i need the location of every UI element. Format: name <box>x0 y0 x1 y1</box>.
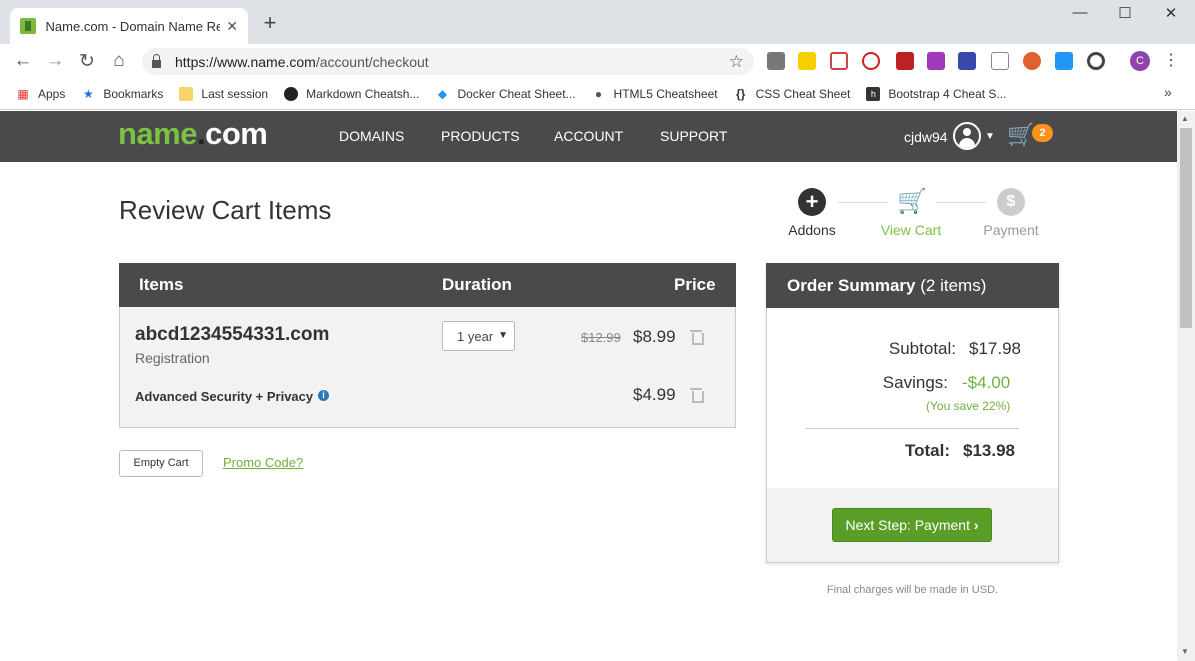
extension-icon[interactable] <box>927 52 945 70</box>
cart-icon[interactable]: 🛒 <box>1007 122 1034 148</box>
cart-count-badge: 2 <box>1032 124 1053 142</box>
folder-icon <box>179 86 194 101</box>
summary-divider <box>806 428 1019 429</box>
extension-icon[interactable] <box>767 52 785 70</box>
dollar-icon: $ <box>997 188 1025 216</box>
duration-select[interactable]: 1 year ▼ <box>442 321 515 351</box>
more-menu-icon[interactable]: ⋮ <box>1163 50 1179 70</box>
apps-icon: ▦ <box>17 86 29 101</box>
reload-icon[interactable]: ↻ <box>76 50 98 73</box>
bookmark-bootstrap[interactable]: h Bootstrap 4 Cheat S... <box>866 86 1006 101</box>
nav-domains[interactable]: DOMAINS <box>339 128 404 144</box>
site-logo[interactable]: name.com <box>118 116 268 152</box>
bootstrap-icon: h <box>866 86 881 101</box>
promo-code-link[interactable]: Promo Code? <box>223 455 303 470</box>
savings-label: Savings: <box>882 373 948 392</box>
price-header: Price <box>674 275 716 294</box>
docker-icon: ◆ <box>437 86 448 101</box>
browser-tab[interactable]: Name.com - Domain Name Regis ✕ <box>10 8 248 44</box>
user-avatar-icon[interactable] <box>953 122 981 150</box>
savings-value: -$4.00 <box>962 373 1011 392</box>
trash-icon[interactable] <box>690 329 704 345</box>
back-icon[interactable]: ← <box>12 50 34 72</box>
chevron-down-icon[interactable]: ▼ <box>985 131 995 142</box>
forward-icon[interactable]: → <box>44 50 66 72</box>
addon-name: Advanced Security + Privacy <box>135 389 314 404</box>
lock-icon <box>152 53 161 68</box>
block-extension-icon[interactable] <box>862 52 880 70</box>
trash-icon[interactable] <box>690 387 704 403</box>
url-text: https://www.name.com/account/checkout <box>175 53 429 70</box>
chevron-down-icon: ▼ <box>495 330 508 341</box>
extension-icon[interactable] <box>896 52 914 70</box>
item-type: Registration <box>135 350 210 366</box>
globe-icon: ● <box>594 86 603 101</box>
items-header: Items <box>139 275 184 294</box>
github-icon <box>284 86 299 101</box>
step-addons[interactable]: + Addons <box>777 188 847 238</box>
subtotal-value: $17.98 <box>969 339 1021 358</box>
duration-header: Duration <box>442 275 512 294</box>
plus-circle-icon: + <box>798 188 826 216</box>
info-icon[interactable]: i <box>318 390 329 401</box>
currency-note: Final charges will be made in USD. <box>826 584 999 596</box>
chevron-right-icon: › <box>973 517 979 533</box>
step-payment: $ Payment <box>976 188 1046 238</box>
nav-products[interactable]: PRODUCTS <box>441 128 520 144</box>
empty-cart-button[interactable]: Empty Cart <box>119 450 203 477</box>
bookmark-apps[interactable]: ▦ Apps <box>16 87 65 101</box>
address-bar[interactable]: https://www.name.com/account/checkout ☆ <box>142 48 754 75</box>
domain-name: abcd1234554331.com <box>135 324 330 345</box>
maximize-button[interactable]: ☐ <box>1110 4 1140 22</box>
bookmarks-bar: ▦ Apps ★ Bookmarks Last session Markdown C… <box>0 78 1195 110</box>
braces-icon: {} <box>735 86 746 101</box>
subtotal-label: Subtotal: <box>888 339 956 358</box>
extension-icon[interactable] <box>1055 52 1073 70</box>
cart-table-header: Items Duration Price <box>119 263 736 307</box>
total-label: Total: <box>905 441 951 460</box>
extension-icon[interactable] <box>1023 52 1041 70</box>
page-scrollbar[interactable]: ▲ ▼ <box>1177 111 1195 661</box>
profile-avatar[interactable]: C <box>1130 51 1150 71</box>
tab-title: Name.com - Domain Name Regis <box>45 18 221 34</box>
total-value: $13.98 <box>963 441 1015 460</box>
bookmark-star-icon[interactable]: ☆ <box>729 52 744 72</box>
page-title: Review Cart Items <box>119 195 332 225</box>
bookmark-css[interactable]: {} CSS Cheat Sheet <box>734 86 850 101</box>
savings-percent: (You save 22%) <box>926 399 1011 413</box>
extension-icon[interactable] <box>798 52 816 70</box>
addon-price: $4.99 <box>633 385 676 404</box>
cart-icon: 🛒 <box>897 188 927 215</box>
nav-account[interactable]: ACCOUNT <box>554 128 623 144</box>
scroll-up-icon[interactable]: ▲ <box>1181 114 1189 123</box>
username[interactable]: cjdw94 <box>904 129 948 145</box>
reader-extension-icon[interactable] <box>991 52 1009 70</box>
scrollbar-thumb[interactable] <box>1180 128 1192 328</box>
next-step-payment-button[interactable]: Next Step: Payment › <box>832 508 992 542</box>
bookmark-docker[interactable]: ◆ Docker Cheat Sheet... <box>435 86 576 101</box>
new-tab-button[interactable]: + <box>258 10 282 36</box>
bookmark-markdown[interactable]: Markdown Cheatsh... <box>284 86 419 101</box>
nav-support[interactable]: SUPPORT <box>660 128 727 144</box>
bookmark-html5[interactable]: ● HTML5 Cheatsheet <box>592 87 718 101</box>
extension-icon[interactable] <box>1087 52 1105 70</box>
close-tab-icon[interactable]: ✕ <box>226 18 238 35</box>
step-view-cart[interactable]: 🛒 View Cart <box>876 188 946 238</box>
bookmark-last-session[interactable]: Last session <box>179 86 268 101</box>
item-price: $8.99 <box>633 327 676 346</box>
pdf-extension-icon[interactable] <box>830 52 848 70</box>
minimize-button[interactable]: — <box>1065 4 1095 21</box>
favicon-icon <box>20 18 36 34</box>
order-summary-header: Order Summary (2 items) <box>766 263 1059 308</box>
zotero-extension-icon[interactable] <box>958 52 976 70</box>
close-window-button[interactable]: ✕ <box>1156 4 1186 22</box>
home-icon[interactable]: ⌂ <box>108 50 130 72</box>
star-icon: ★ <box>82 86 94 101</box>
bookmarks-overflow-icon[interactable]: » <box>1164 84 1172 100</box>
bookmark-bookmarks[interactable]: ★ Bookmarks <box>81 87 163 101</box>
scroll-down-icon[interactable]: ▼ <box>1181 647 1189 656</box>
original-price: $12.99 <box>581 330 621 345</box>
